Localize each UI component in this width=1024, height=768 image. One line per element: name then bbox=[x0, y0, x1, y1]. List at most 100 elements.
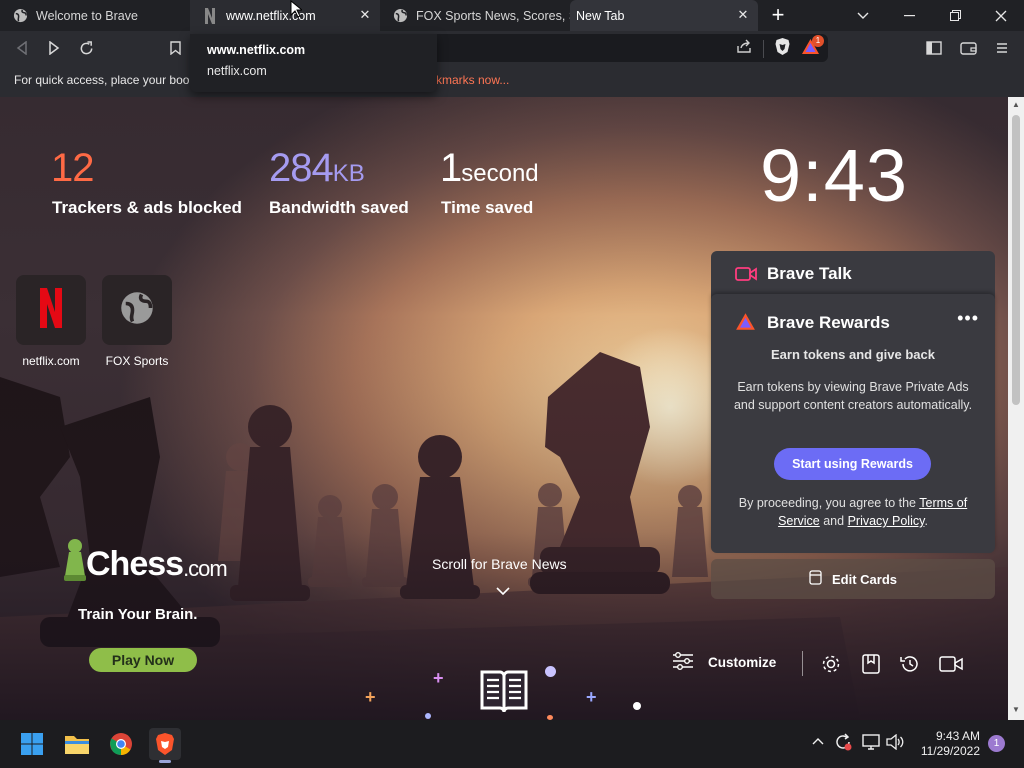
ntp-toolbar-divider bbox=[802, 651, 803, 676]
chess-com-logo[interactable]: Chess .com bbox=[64, 538, 228, 591]
brave-rewards-icon bbox=[735, 312, 756, 336]
top-site-fox-sports[interactable] bbox=[102, 275, 172, 345]
close-window-button[interactable] bbox=[978, 0, 1024, 31]
brave-shields-icon[interactable] bbox=[774, 37, 791, 61]
ntp-clock: 9:43 bbox=[760, 134, 909, 217]
privacy-policy-link[interactable]: Privacy Policy bbox=[848, 514, 925, 528]
address-bar-divider bbox=[763, 40, 764, 58]
history-icon[interactable] bbox=[898, 652, 922, 676]
video-camera-icon bbox=[735, 266, 757, 287]
brave-talk-card[interactable]: Brave Talk bbox=[711, 251, 995, 299]
restore-button[interactable] bbox=[932, 0, 978, 31]
time-saved-value: 1second bbox=[440, 146, 539, 190]
sync-icon[interactable] bbox=[834, 733, 852, 754]
menu-icon[interactable] bbox=[990, 36, 1014, 60]
customize-button[interactable]: Customize bbox=[672, 652, 776, 673]
trackers-blocked-label: Trackers & ads blocked bbox=[52, 198, 242, 217]
share-icon[interactable] bbox=[736, 39, 753, 59]
globe-icon bbox=[392, 8, 408, 24]
bookmark-icon[interactable] bbox=[163, 36, 187, 60]
top-site-label: FOX Sports bbox=[105, 354, 169, 368]
sponsor-tagline: Train Your Brain. bbox=[78, 606, 198, 623]
tab-title: FOX Sports News, Scores, Sc bbox=[416, 8, 570, 23]
reload-button[interactable] bbox=[74, 36, 98, 60]
address-bar-actions: 1 bbox=[736, 35, 824, 61]
tab-title: www.netflix.com bbox=[226, 8, 316, 23]
close-icon[interactable]: ✕ bbox=[358, 8, 372, 22]
edit-cards-button[interactable]: Edit Cards bbox=[711, 559, 995, 599]
forward-button[interactable] bbox=[42, 36, 66, 60]
mouse-cursor-icon bbox=[290, 0, 302, 18]
windows-taskbar: 9:43 AM 11/29/2022 1 bbox=[0, 720, 1024, 768]
netflix-icon bbox=[202, 7, 218, 24]
brave-rewards-icon[interactable]: 1 bbox=[801, 35, 824, 60]
hover-card-title: www.netflix.com bbox=[207, 43, 306, 57]
navigation-toolbar: 1 bbox=[0, 31, 1024, 65]
tab-fox-sports[interactable]: FOX Sports News, Scores, Sc bbox=[380, 0, 570, 31]
edit-cards-label: Edit Cards bbox=[831, 571, 897, 587]
start-using-rewards-button[interactable]: Start using Rewards bbox=[774, 448, 931, 480]
rewards-badge: 1 bbox=[812, 35, 824, 47]
sidebar-icon[interactable] bbox=[922, 36, 946, 60]
file-explorer-icon[interactable] bbox=[61, 728, 93, 760]
brave-rewards-card: Brave Rewards ••• Earn tokens and give b… bbox=[711, 294, 995, 553]
notification-badge[interactable]: 1 bbox=[988, 735, 1005, 752]
network-icon[interactable] bbox=[862, 734, 880, 753]
tab-welcome[interactable]: Welcome to Brave bbox=[0, 0, 190, 31]
chevron-down-icon[interactable] bbox=[496, 583, 510, 599]
cards-icon bbox=[809, 570, 822, 588]
tab-search-icon[interactable] bbox=[840, 0, 886, 31]
customize-label: Customize bbox=[708, 655, 777, 670]
bandwidth-saved-value: 284KB bbox=[269, 146, 365, 190]
sliders-icon bbox=[672, 652, 694, 673]
new-tab-button[interactable]: + bbox=[766, 4, 790, 27]
settings-gear-icon[interactable] bbox=[819, 652, 843, 676]
chrome-icon[interactable] bbox=[105, 728, 137, 760]
tab-title: Welcome to Brave bbox=[36, 8, 138, 23]
top-site-label: netflix.com bbox=[22, 354, 80, 368]
trackers-blocked-count: 12 bbox=[51, 146, 94, 190]
taskbar-date: 11/29/2022 bbox=[920, 744, 980, 758]
rewards-legal-text: By proceeding, you agree to the Terms of… bbox=[738, 496, 968, 528]
minimize-button[interactable] bbox=[886, 0, 932, 31]
sparkle-icon: + bbox=[586, 687, 597, 707]
bandwidth-saved-label: Bandwidth saved bbox=[269, 198, 409, 217]
tab-new-tab[interactable]: New Tab ✕ bbox=[570, 0, 758, 31]
close-icon[interactable]: ✕ bbox=[736, 8, 750, 22]
wallet-icon[interactable] bbox=[956, 36, 980, 60]
tab-netflix[interactable]: www.netflix.com ✕ bbox=[190, 0, 380, 31]
pawn-icon bbox=[64, 538, 86, 591]
time-saved-label: Time saved bbox=[441, 198, 534, 217]
brave-talk-title: Brave Talk bbox=[767, 264, 852, 283]
sparkle-icon: + bbox=[433, 668, 444, 688]
windows-start-icon[interactable] bbox=[16, 728, 48, 760]
hover-card-domain: netflix.com bbox=[207, 64, 267, 78]
decor-dot bbox=[545, 666, 556, 677]
volume-icon[interactable] bbox=[886, 733, 904, 753]
play-now-button[interactable]: Play Now bbox=[89, 648, 197, 672]
decor-dot bbox=[425, 713, 431, 719]
scroll-for-news-label[interactable]: Scroll for Brave News bbox=[432, 556, 567, 572]
back-button[interactable] bbox=[10, 36, 34, 60]
brave-news-icon[interactable] bbox=[478, 668, 530, 716]
decor-dot bbox=[633, 702, 641, 710]
tab-strip: Welcome to Brave www.netflix.com ✕ FOX S… bbox=[0, 0, 1024, 31]
taskbar-clock[interactable]: 9:43 AM 11/29/2022 bbox=[916, 729, 980, 759]
scroll-down-icon[interactable]: ▼ bbox=[1012, 705, 1020, 714]
top-site-netflix[interactable] bbox=[16, 275, 86, 345]
import-bookmarks-link[interactable]: kmarks now... bbox=[436, 73, 509, 87]
brave-browser-icon[interactable] bbox=[149, 728, 181, 763]
more-options-icon[interactable]: ••• bbox=[957, 308, 979, 329]
chevron-up-icon[interactable] bbox=[812, 734, 824, 748]
globe-icon bbox=[119, 290, 155, 331]
brave-talk-icon[interactable] bbox=[939, 652, 963, 676]
scrollbar-thumb[interactable] bbox=[1012, 115, 1020, 405]
tab-hover-card: www.netflix.com netflix.com bbox=[190, 34, 437, 92]
sparkle-icon: + bbox=[365, 687, 376, 707]
taskbar-time: 9:43 AM bbox=[935, 729, 980, 743]
page-scrollbar[interactable]: ▲ ▼ bbox=[1008, 97, 1024, 720]
bookmarks-icon[interactable] bbox=[859, 652, 883, 676]
rewards-subtitle: Earn tokens and give back bbox=[770, 347, 935, 362]
scroll-up-icon[interactable]: ▲ bbox=[1012, 100, 1020, 109]
browser-window: Welcome to Brave www.netflix.com ✕ FOX S… bbox=[0, 0, 1024, 768]
